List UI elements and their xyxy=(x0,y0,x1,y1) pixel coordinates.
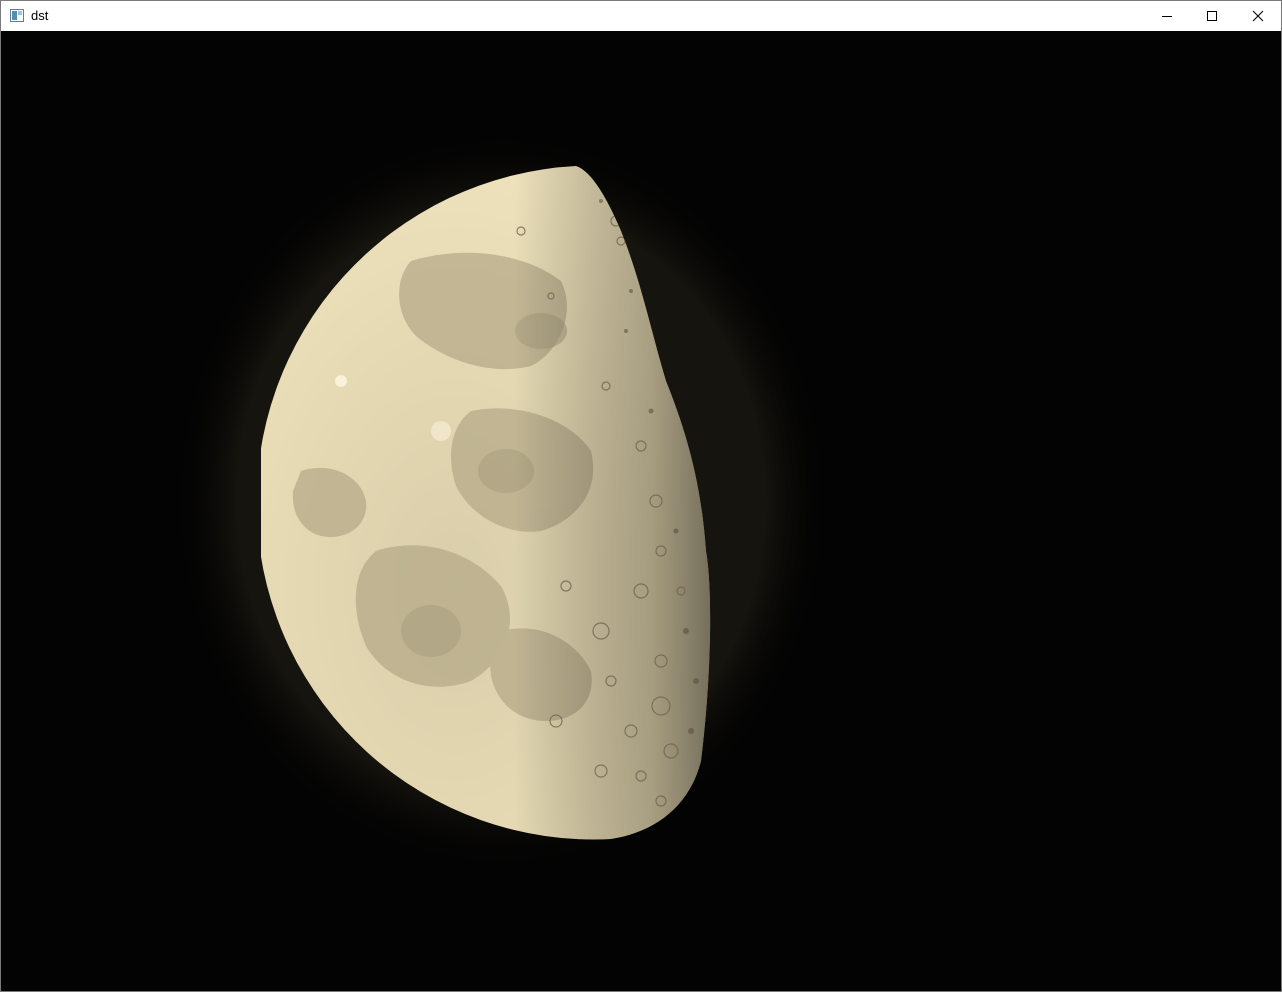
minimize-icon xyxy=(1161,10,1173,22)
window-title: dst xyxy=(31,8,49,23)
image-window: dst xyxy=(0,0,1282,992)
close-button[interactable] xyxy=(1235,1,1280,31)
opencv-window-icon xyxy=(10,9,24,22)
maximize-button[interactable] xyxy=(1189,1,1234,31)
moon-image xyxy=(171,131,831,871)
title-bar[interactable]: dst xyxy=(1,1,1281,31)
maximize-icon xyxy=(1206,10,1218,22)
image-canvas xyxy=(1,31,1281,991)
close-icon xyxy=(1252,10,1264,22)
minimize-button[interactable] xyxy=(1144,1,1189,31)
